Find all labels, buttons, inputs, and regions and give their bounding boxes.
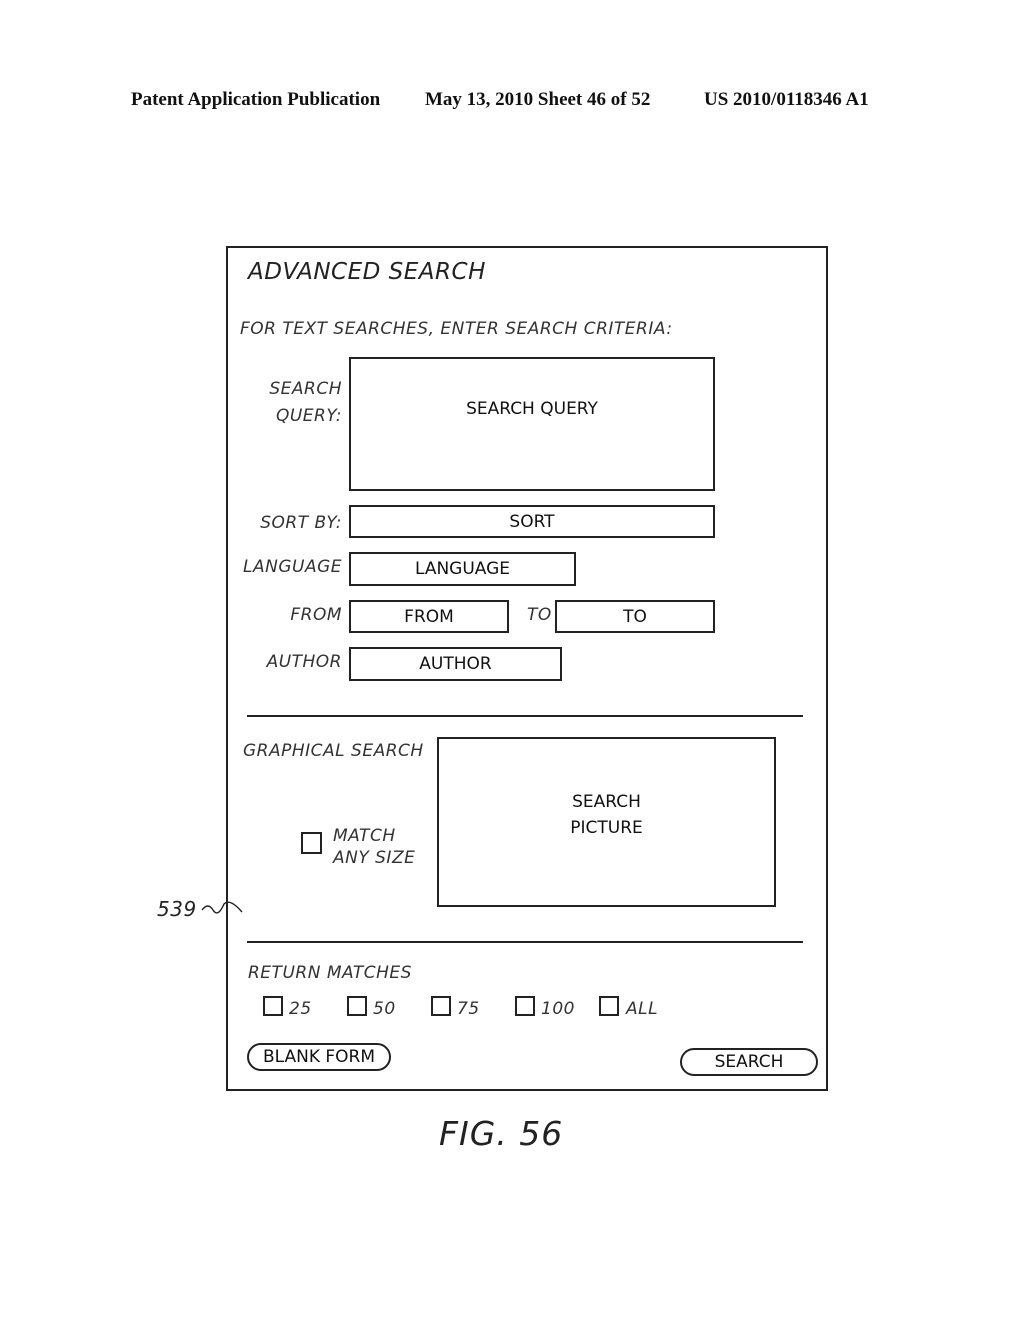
search-button[interactable]: SEARCH <box>680 1048 818 1076</box>
match-any-size-line2: ANY SIZE <box>333 848 416 868</box>
return-matches-option-label: 25 <box>289 999 312 1019</box>
author-label: AUTHOR <box>266 652 342 672</box>
return-matches-option-label: ALL <box>626 999 659 1019</box>
language-select[interactable]: LANGUAGE <box>349 552 576 586</box>
search-picture-line2: PICTURE <box>570 818 643 838</box>
author-value: AUTHOR <box>419 654 492 674</box>
match-any-size-checkbox[interactable] <box>301 832 322 854</box>
return-matches-checkbox-50[interactable] <box>347 996 367 1016</box>
leader-line-icon <box>201 901 243 914</box>
form-title: ADVANCED SEARCH <box>248 259 486 285</box>
section-divider <box>247 715 803 717</box>
search-query-value: SEARCH QUERY <box>466 399 598 419</box>
match-any-size-line1: MATCH <box>333 826 396 846</box>
search-picture-area[interactable]: SEARCH PICTURE <box>437 737 776 907</box>
language-label: LANGUAGE <box>243 557 342 577</box>
search-picture-label: SEARCH PICTURE <box>570 789 643 841</box>
sort-select[interactable]: SORT <box>349 505 715 538</box>
graphical-search-label: GRAPHICAL SEARCH <box>243 741 424 761</box>
search-query-label: SEARCH QUERY: <box>250 376 342 430</box>
date-sheet-label: May 13, 2010 Sheet 46 of 52 <box>425 89 651 110</box>
sort-by-label: SORT BY: <box>260 513 342 533</box>
blank-form-button[interactable]: BLANK FORM <box>247 1043 391 1071</box>
to-label: TO <box>527 605 552 625</box>
to-input[interactable]: TO <box>555 600 715 633</box>
author-input[interactable]: AUTHOR <box>349 647 562 681</box>
return-matches-option-label: 75 <box>457 999 480 1019</box>
publication-label: Patent Application Publication <box>131 89 381 110</box>
search-picture-line1: SEARCH <box>572 792 641 812</box>
figure-caption: FIG. 56 <box>439 1114 564 1153</box>
search-query-label-line2: QUERY: <box>275 406 342 426</box>
reference-numeral: 539 <box>157 897 197 921</box>
return-matches-option-label: 100 <box>541 999 575 1019</box>
return-matches-checkbox-100[interactable] <box>515 996 535 1016</box>
from-value: FROM <box>404 606 454 627</box>
from-label: FROM <box>290 605 342 625</box>
return-matches-checkbox-all[interactable] <box>599 996 619 1016</box>
return-matches-checkbox-25[interactable] <box>263 996 283 1016</box>
search-query-input[interactable]: SEARCH QUERY <box>349 357 715 491</box>
publication-number: US 2010/0118346 A1 <box>704 89 869 110</box>
return-matches-checkbox-75[interactable] <box>431 996 451 1016</box>
return-matches-label: RETURN MATCHES <box>248 963 412 983</box>
sort-value: SORT <box>509 511 555 532</box>
match-any-size-label: MATCH ANY SIZE <box>333 825 415 869</box>
return-matches-option-label: 50 <box>373 999 396 1019</box>
section-divider <box>247 941 803 943</box>
to-value: TO <box>623 606 647 627</box>
search-query-label-line1: SEARCH <box>269 379 342 399</box>
language-value: LANGUAGE <box>414 559 511 579</box>
from-input[interactable]: FROM <box>349 600 509 633</box>
instruction-text: FOR TEXT SEARCHES, ENTER SEARCH CRITERIA… <box>240 319 673 339</box>
